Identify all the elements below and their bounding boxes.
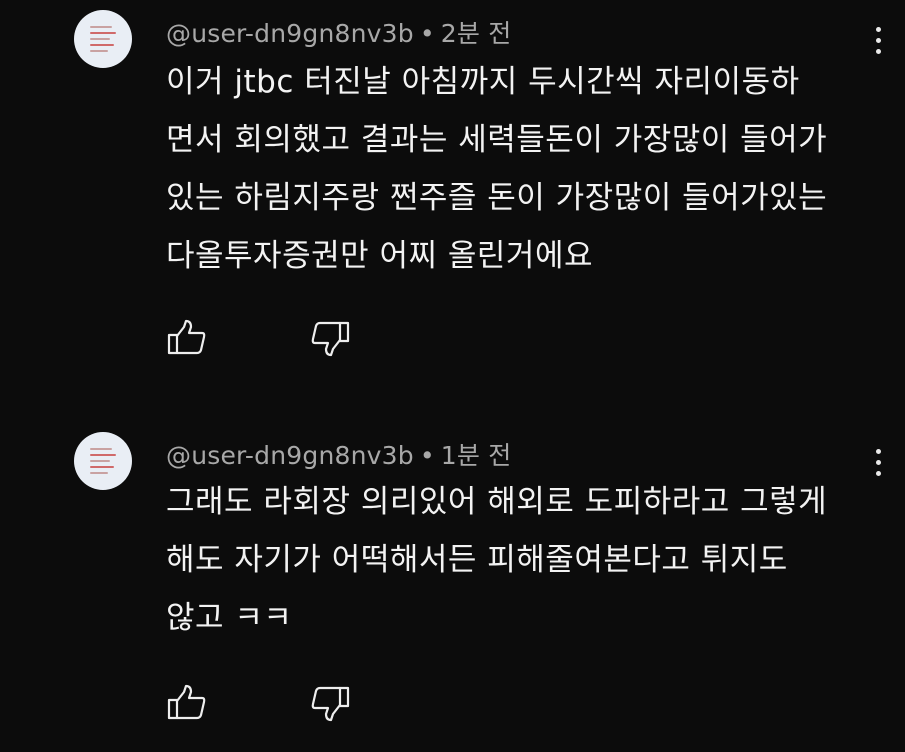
comment-meta: @user-dn9gn8nv3b • 1분 전 [166, 436, 511, 472]
comment-line: 않고 ㅋㅋ [166, 600, 293, 636]
comment-timestamp[interactable]: 2분 전 [441, 19, 512, 48]
comment-line: 그래도 라회장 의리있어 해외로 도피하라고 그렇게 [166, 484, 828, 520]
comment-line: 면서 회의했고 결과는 세력들돈이 가장많이 들어가 [166, 122, 828, 158]
more-vertical-icon[interactable] [866, 20, 890, 60]
thumbs-down-icon[interactable] [307, 683, 351, 723]
avatar[interactable] [74, 10, 132, 68]
comment-author[interactable]: @user-dn9gn8nv3b [166, 441, 414, 470]
comment-text: 그래도 라회장 의리있어 해외로 도피하라고 그렇게 해도 자기가 어떡해서든 … [166, 473, 866, 647]
more-vertical-icon[interactable] [866, 442, 890, 482]
avatar[interactable] [74, 432, 132, 490]
comment-line: 이거 jtbc 터진날 아침까지 두시간씩 자리이동하 [166, 64, 800, 100]
comment-author[interactable]: @user-dn9gn8nv3b [166, 19, 414, 48]
thumbs-up-icon[interactable] [166, 683, 210, 723]
thumbs-down-icon[interactable] [307, 318, 351, 358]
comment-text: 이거 jtbc 터진날 아침까지 두시간씩 자리이동하 면서 회의했고 결과는 … [166, 53, 866, 285]
comment-meta: @user-dn9gn8nv3b • 2분 전 [166, 14, 511, 50]
meta-separator: • [419, 441, 435, 470]
comment-line: 있는 하림지주랑 쩐주즐 돈이 가장많이 들어가있는 [166, 180, 828, 216]
comment-line: 해도 자기가 어떡해서든 피해줄여본다고 튀지도 [166, 542, 788, 578]
comment-timestamp[interactable]: 1분 전 [441, 441, 512, 470]
meta-separator: • [419, 19, 435, 48]
comment-item: @user-dn9gn8nv3b • 2분 전 이거 jtbc 터진날 아침까지 두… [0, 0, 905, 380]
comment-line: 다올투자증권만 어찌 올린거에요 [166, 238, 593, 274]
thumbs-up-icon[interactable] [166, 318, 210, 358]
comment-item: @user-dn9gn8nv3b • 1분 전 그래도 라회장 의리있어 해외로 도… [0, 380, 905, 752]
